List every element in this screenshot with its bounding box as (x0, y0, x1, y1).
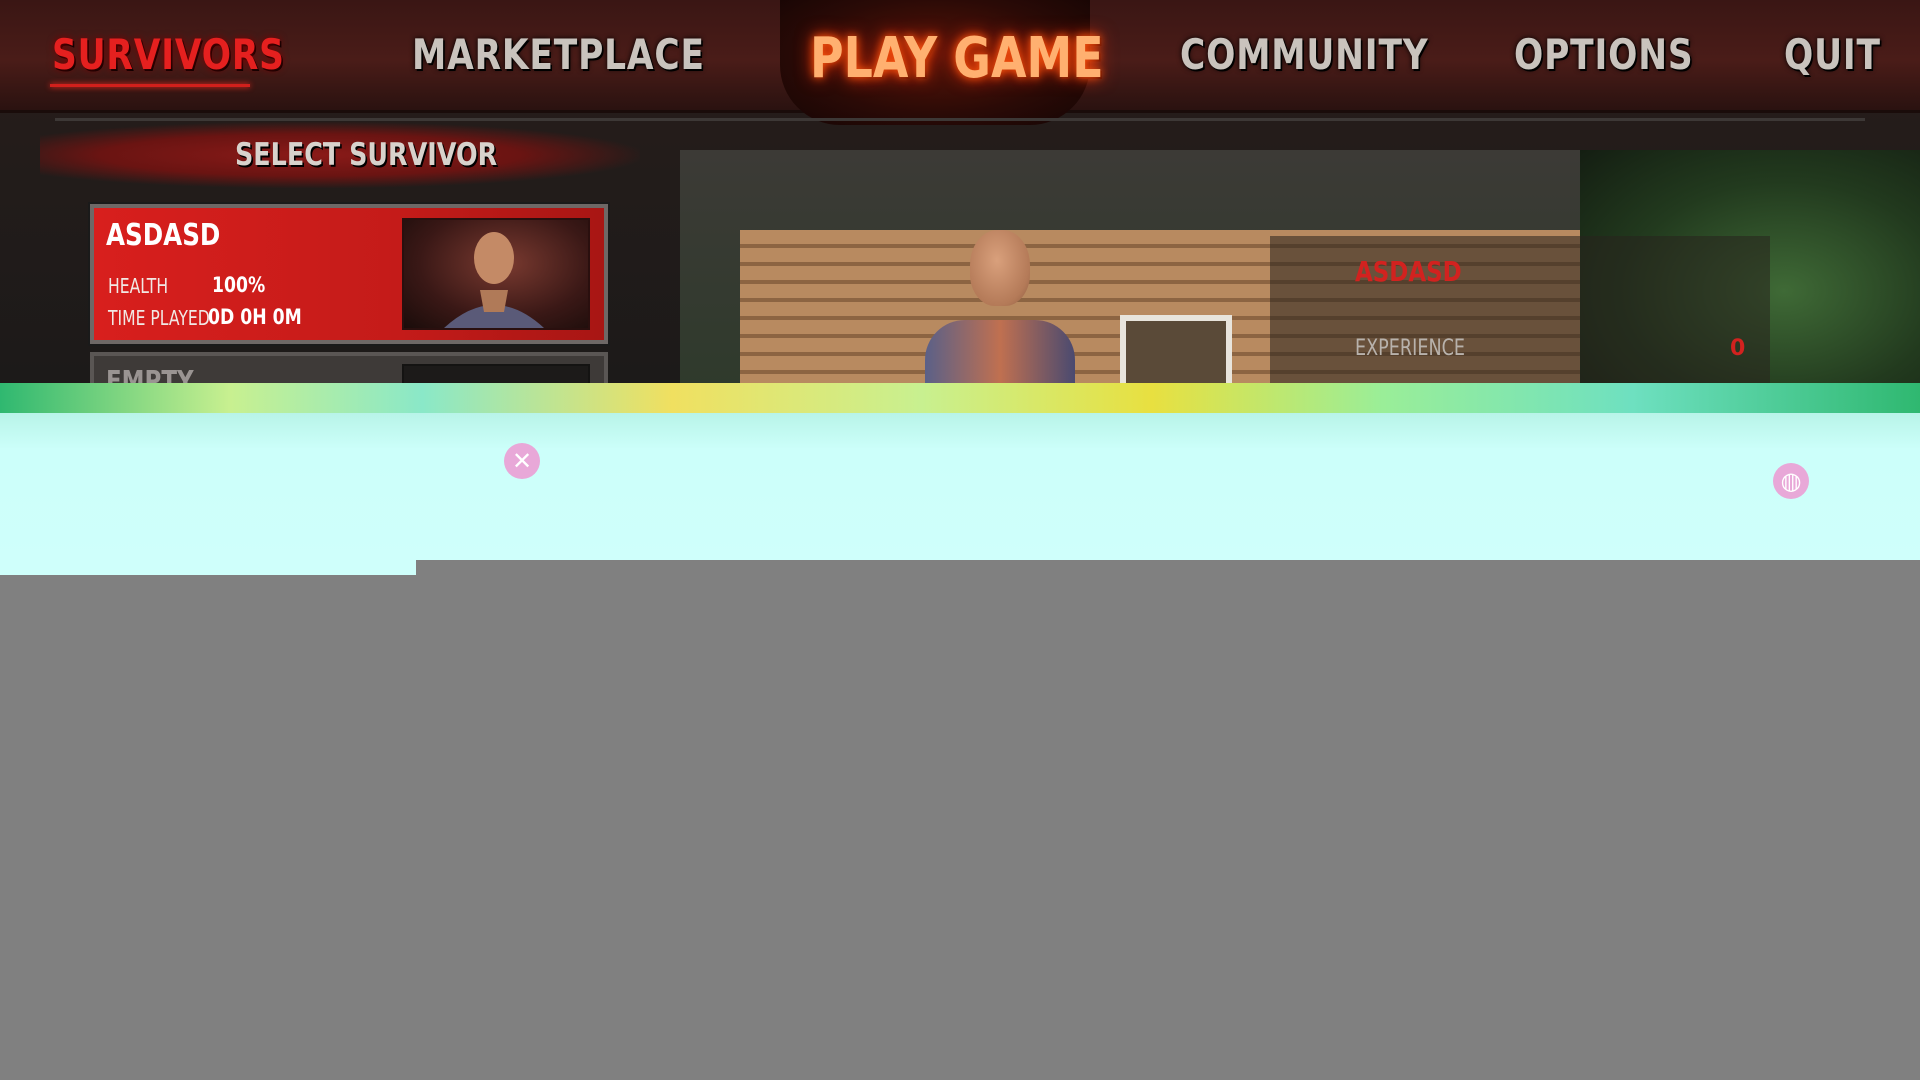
empty-portrait (402, 364, 590, 385)
game-screen: SURVIVORS MARKETPLACE PLAY GAME COMMUNIT… (0, 0, 1920, 1080)
survivor-slot-1[interactable]: ASDASD HEALTH 100% TIME PLAYED 0D 0H 0M (90, 204, 608, 344)
survivor-name: ASDASD (1355, 255, 1462, 288)
portrait-figure-icon (444, 232, 544, 328)
render-glitch-cyan-tail (0, 560, 416, 575)
character-head (970, 230, 1030, 306)
select-survivor-header: SELECT SURVIVOR (40, 122, 640, 188)
survivor-portrait (402, 218, 590, 330)
character-body (925, 320, 1075, 385)
survivor-stats-panel: ASDASD EXPERIENCE 0 (1270, 236, 1770, 385)
nav-community[interactable]: COMMUNITY (1180, 30, 1429, 79)
render-glitch-strip (0, 383, 1920, 413)
close-icon: ✕ (504, 443, 540, 479)
nav-active-underline (50, 84, 250, 87)
time-played-label: TIME PLAYED (108, 306, 210, 330)
nav-options[interactable]: OPTIONS (1514, 30, 1693, 79)
health-label: HEALTH (108, 274, 169, 298)
health-value: 100% (212, 273, 266, 297)
nav-survivors[interactable]: SURVIVORS (52, 30, 285, 79)
select-survivor-title: SELECT SURVIVOR (235, 137, 498, 173)
top-nav: SURVIVORS MARKETPLACE PLAY GAME COMMUNIT… (0, 0, 1920, 125)
survivor-slot-2[interactable]: EMPTY (90, 352, 608, 385)
nav-quit[interactable]: QUIT (1784, 30, 1881, 79)
play-game-label: PLAY GAME (810, 26, 1104, 91)
experience-label: EXPERIENCE (1355, 336, 1466, 361)
survivor-character (925, 230, 1075, 385)
experience-value: 0 (1730, 336, 1746, 361)
play-game-button[interactable]: PLAY GAME (780, 0, 1104, 125)
main-menu: SURVIVORS MARKETPLACE PLAY GAME COMMUNIT… (0, 0, 1920, 385)
frame-divider (55, 118, 1865, 121)
time-played-value: 0D 0H 0M (208, 305, 302, 329)
survivor-slot-empty-label: EMPTY (106, 364, 194, 385)
trailer-window (1120, 315, 1232, 385)
nav-marketplace[interactable]: MARKETPLACE (412, 30, 705, 79)
render-glitch-cyan: ✕ ◍ (0, 413, 1920, 560)
globe-icon: ◍ (1773, 463, 1809, 499)
survivor-slot-name: ASDASD (106, 218, 221, 253)
